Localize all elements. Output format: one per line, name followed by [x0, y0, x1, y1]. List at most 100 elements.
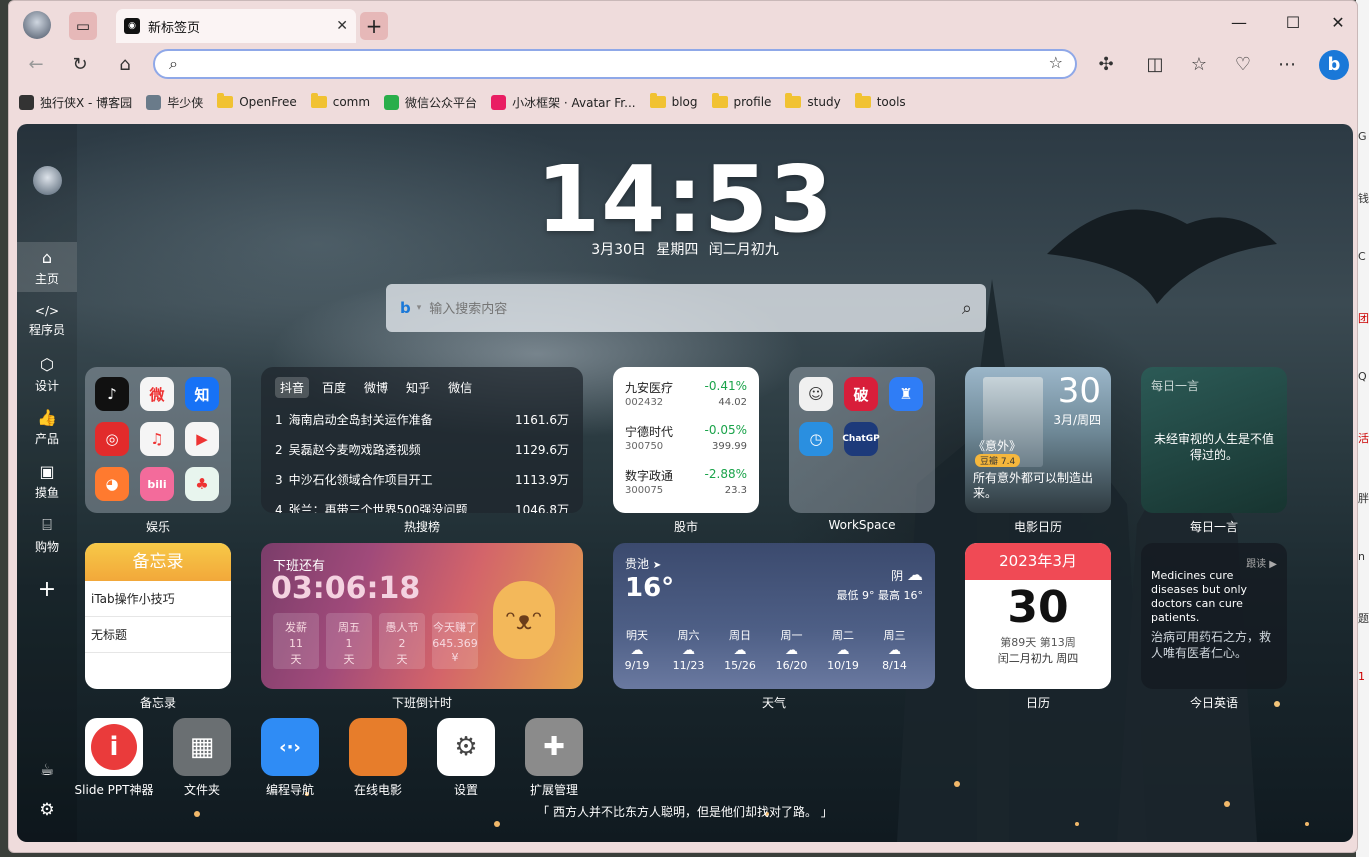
forecast-day-name: 周一	[780, 629, 803, 642]
hotsearch-item[interactable]: 4 张兰：再带三个世界500强没问题 1046.8万	[275, 501, 569, 513]
hotsearch-tab[interactable]: 知乎	[401, 377, 435, 398]
bookmark-item[interactable]: tools	[854, 93, 906, 109]
sidebar-item-gamepad[interactable]: ▣ 摸鱼	[17, 456, 77, 506]
folder-app-app[interactable]: ▦	[173, 718, 231, 776]
weibo-app-icon[interactable]: 微	[140, 377, 174, 411]
stock-code: 002432	[625, 397, 664, 408]
hotsearch-tab[interactable]: 微信	[443, 377, 477, 398]
english-widget[interactable]: 跟读 ▶ Medicines cure diseases but only do…	[1141, 543, 1287, 689]
hotsearch-item[interactable]: 2 吴磊赵今麦吻戏路透视频 1129.6万	[275, 441, 569, 458]
stock-row[interactable]: 九安医疗 002432 -0.41% 44.02	[625, 379, 747, 423]
hotsearch-title: 吴磊赵今麦吻戏路透视频	[288, 443, 421, 457]
search-submit-icon[interactable]: ⌕	[962, 298, 972, 319]
bookmark-item[interactable]: 小冰框架 · Avatar Fr...	[491, 94, 636, 111]
profile-avatar[interactable]	[23, 11, 51, 39]
memo-widget[interactable]: 备忘录 iTab操作小技巧 无标题	[85, 543, 231, 689]
avatar-icon[interactable]: ☺	[799, 377, 833, 411]
youku-app-icon[interactable]: ▶	[185, 422, 219, 456]
maximize-icon[interactable]: ☐	[1283, 13, 1303, 32]
bing-engine-icon[interactable]: b	[400, 299, 411, 317]
refresh-icon[interactable]: ↻	[69, 54, 91, 75]
home-icon[interactable]: ⌂	[114, 54, 136, 75]
netease-music-app-icon[interactable]: ◎	[95, 422, 129, 456]
settings-app[interactable]: ⚙	[437, 718, 495, 776]
bookmark-item[interactable]: 独行侠X - 博客园	[19, 94, 132, 111]
more-icon[interactable]: ⋯	[1276, 54, 1298, 75]
bookmark-item[interactable]: 微信公众平台	[384, 94, 477, 111]
sidebar-item-thumb[interactable]: 👍 产品	[17, 403, 77, 453]
new-tab-button[interactable]: +	[360, 12, 388, 40]
stock-row[interactable]: 宁德时代 300750 -0.05% 399.99	[625, 423, 747, 467]
memo-item[interactable]: iTab操作小技巧	[85, 581, 231, 617]
bookmark-item[interactable]: OpenFree	[217, 93, 297, 109]
bookmark-item[interactable]: profile	[711, 93, 771, 109]
qq-music-app-icon[interactable]: ♫	[140, 422, 174, 456]
search-box[interactable]: b ▾ ⌕	[386, 284, 986, 332]
app9-app-icon[interactable]: ♣	[185, 467, 219, 501]
forecast-day: 周一 ☁ 16/20	[772, 627, 812, 672]
memo-item[interactable]: 无标题	[85, 617, 231, 653]
calendar-widget[interactable]: 2023年3月 30 第89天 第13周 闰二月初九 周四	[965, 543, 1111, 689]
hotsearch-item[interactable]: 3 中沙石化领域合作项目开工 1113.9万	[275, 471, 569, 488]
slide-ppt-app[interactable]: i	[85, 718, 143, 776]
minimize-icon[interactable]: —	[1229, 13, 1249, 32]
close-window-icon[interactable]: ✕	[1328, 13, 1348, 32]
zhihu-app-icon[interactable]: 知	[185, 377, 219, 411]
tab-actions-icon[interactable]: ▭	[69, 12, 97, 40]
browser-window: ▭ ◉ 新标签页 ✕ + — ☐ ✕ ← ↻ ⌂ ⌕ ☆ ✣ ◫ ☆ ♡ ⋯ b…	[8, 0, 1358, 853]
cloud-icon: ☁	[682, 643, 695, 658]
sidebar-item-cube[interactable]: ⬡ 设计	[17, 349, 77, 399]
duck-app-icon[interactable]: ◕	[95, 467, 129, 501]
sidebar-item-code[interactable]: </> 程序员	[17, 296, 77, 346]
dock-label: Slide PPT神器	[74, 783, 154, 797]
forecast-temp: 16/20	[775, 659, 808, 672]
performance-icon[interactable]: ♡	[1232, 54, 1254, 75]
hotsearch-tab[interactable]: 微博	[359, 377, 393, 398]
workspace-label: WorkSpace	[828, 518, 896, 532]
bookmark-item[interactable]: 毕少侠	[146, 94, 203, 111]
stock-row[interactable]: 数字政通 300075 -2.88% 23.3	[625, 467, 747, 511]
address-input[interactable]	[195, 54, 1015, 74]
weather-range: 最低 9° 最高 16°	[836, 589, 924, 602]
dock-label: 扩展管理	[529, 783, 578, 797]
close-tab-icon[interactable]: ✕	[336, 18, 348, 34]
sidebar-item-bag[interactable]: ⌸ 购物	[17, 510, 77, 560]
clock-app-icon[interactable]: ◷	[799, 422, 833, 456]
bookmark-item[interactable]: comm	[310, 93, 370, 109]
dock-label: 编程导航	[265, 783, 314, 797]
bird-app-icon[interactable]: ♜	[889, 377, 923, 411]
movie-app[interactable]	[349, 718, 407, 776]
chatgpt-app-icon[interactable]: ChatGP	[842, 422, 880, 456]
hotsearch-item[interactable]: 1 海南启动全岛封关运作准备 1161.6万	[275, 411, 569, 428]
weather-temp: 16°	[625, 573, 675, 603]
extensions-icon[interactable]: ✣	[1095, 54, 1117, 75]
forecast-day: 周三 ☁ 8/14	[875, 627, 915, 672]
add-category-button[interactable]: +	[17, 577, 77, 602]
offwork-widget[interactable]: 下班还有 03:06:18 发薪 11 天周五 1 天愚人节 2 天今天赚了 645.369 ¥…	[261, 543, 583, 689]
bookmark-item[interactable]: blog	[649, 93, 698, 109]
tiktok-app-icon[interactable]: ♪	[95, 377, 129, 411]
daily-quote-widget[interactable]: 每日一言 未经审视的人生是不值得过的。	[1141, 367, 1287, 513]
dock-label: 设置	[453, 783, 478, 797]
split-screen-icon[interactable]: ◫	[1144, 54, 1166, 75]
code-nav-app[interactable]: ‹·›	[261, 718, 319, 776]
follow-read-button[interactable]: 跟读 ▶	[1246, 555, 1277, 570]
bookmark-item[interactable]: study	[785, 93, 841, 109]
sidebar-item-label: 购物	[34, 539, 59, 554]
favorites-icon[interactable]: ☆	[1188, 54, 1210, 75]
weather-widget[interactable]: 贵池 ➤ 16° 阴 ☁ 最低 9° 最高 16° 明天 ☁ 9/19 周六 ☁ 11/2…	[613, 543, 935, 689]
movie-calendar-widget[interactable]: 30 3月/周四 《意外》 豆瓣 7.4 所有意外都可以制造出来。	[965, 367, 1111, 513]
red-app-icon[interactable]: 破	[844, 377, 878, 411]
back-icon[interactable]: ←	[25, 54, 47, 75]
add-favorite-icon[interactable]: ☆	[1049, 53, 1063, 72]
address-bar[interactable]: ⌕ ☆	[153, 49, 1077, 79]
bing-chat-icon[interactable]: b	[1319, 50, 1349, 80]
bilibili-app-icon[interactable]: bili	[140, 467, 174, 501]
hotsearch-tab[interactable]: 百度	[317, 377, 351, 398]
engine-dropdown-icon[interactable]: ▾	[417, 303, 422, 313]
hotsearch-tab[interactable]: 抖音	[275, 377, 310, 398]
extension-app[interactable]: ✚	[525, 718, 583, 776]
cup-icon[interactable]: ☕	[17, 760, 77, 779]
tab-new-tab[interactable]: ◉ 新标签页 ✕	[116, 9, 356, 43]
search-input[interactable]	[429, 300, 962, 316]
